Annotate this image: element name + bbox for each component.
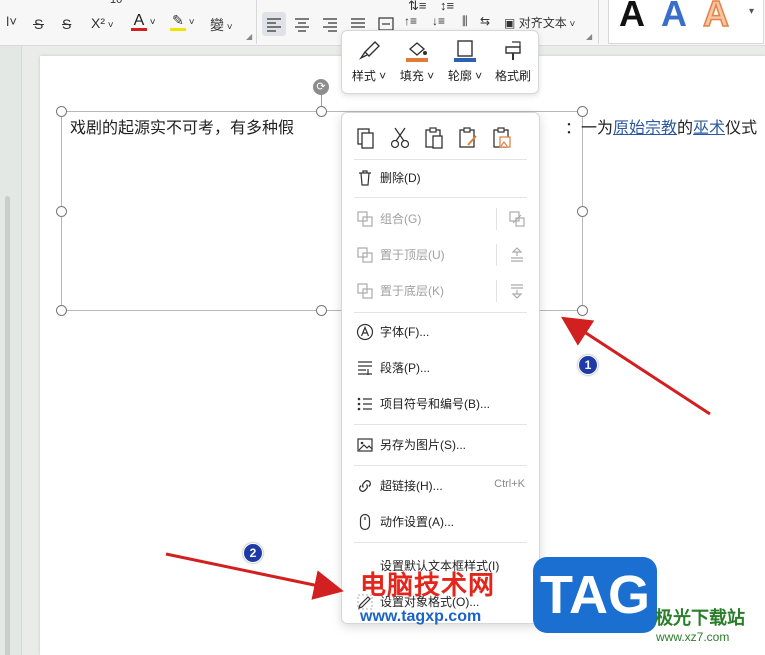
watermark-jiguang: 极光下载站 <box>655 608 745 629</box>
step-badge-2: 2 <box>243 543 263 563</box>
watermark-xz7-url: www.xz7.com <box>656 630 730 644</box>
watermark-site-name: 电脑技术网 <box>360 571 496 601</box>
annotation-arrows <box>165 316 711 600</box>
watermark-site-url: www.tagxp.com <box>360 608 482 625</box>
watermark-tag-logo: TAG <box>533 557 657 633</box>
step-badge-1: 1 <box>578 355 598 375</box>
